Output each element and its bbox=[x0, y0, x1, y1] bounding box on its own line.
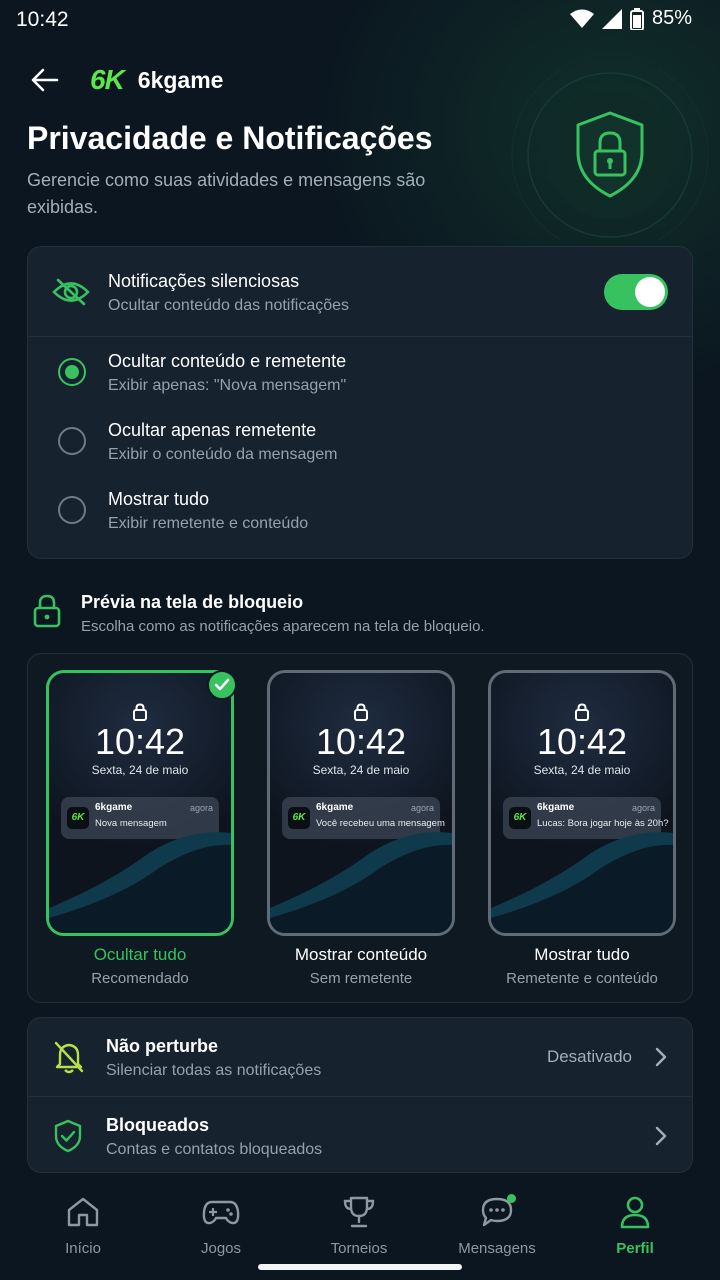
bell-off-icon bbox=[54, 1041, 84, 1074]
phone-preview[interactable]: 10:42 Sexta, 24 de maio 6K 6kgame agora … bbox=[267, 670, 455, 936]
lock-icon bbox=[133, 703, 147, 721]
option-title: Ocultar conteúdo e remetente bbox=[108, 351, 347, 371]
notification-time: agora bbox=[631, 803, 655, 813]
more-settings-card: Não perturbe Silenciar todas as notifica… bbox=[27, 1017, 693, 1173]
blocked-row[interactable]: Bloqueados Contas e contatos bloqueados bbox=[28, 1096, 692, 1174]
unread-dot bbox=[507, 1194, 516, 1203]
preview-sublabel: Recomendado bbox=[91, 970, 189, 987]
option-title: Ocultar apenas remetente bbox=[108, 420, 317, 440]
chevron-right-icon bbox=[655, 1047, 667, 1067]
preview-label: Ocultar tudo bbox=[93, 945, 187, 964]
battery-percent: 85% bbox=[651, 7, 692, 29]
preview-sublabel: Sem remetente bbox=[309, 970, 413, 987]
preview-time: 10:42 bbox=[94, 721, 186, 762]
dnd-value: Desativado bbox=[546, 1047, 632, 1066]
phone-preview[interactable]: 10:42 Sexta, 24 de maio 6K 6kgame agora … bbox=[488, 670, 676, 936]
lockscreen-section-header: Prévia na tela de bloqueio Escolha como … bbox=[27, 590, 693, 640]
nav-label: Perfil bbox=[616, 1240, 654, 1257]
notification-app: 6kgame bbox=[316, 802, 354, 813]
eye-off-icon bbox=[52, 278, 90, 306]
silent-notifications-title: Notificações silenciosas bbox=[108, 271, 300, 291]
lockscreen-subtitle: Escolha como as notificações aparecem na… bbox=[81, 618, 485, 635]
blocked-subtitle: Contas e contatos bloqueados bbox=[106, 1141, 323, 1158]
selected-check-icon bbox=[207, 670, 237, 700]
nav-item-messages[interactable]: Mensagens bbox=[437, 1194, 557, 1257]
lock-icon bbox=[575, 703, 589, 721]
preview-date: Sexta, 24 de maio bbox=[91, 763, 189, 777]
gamepad-icon bbox=[202, 1200, 240, 1225]
wifi-icon bbox=[569, 9, 594, 28]
app-logo: 6K bbox=[90, 64, 125, 95]
preview-time: 10:42 bbox=[536, 721, 628, 762]
lockscreen-title: Prévia na tela de bloqueio bbox=[81, 592, 304, 612]
home-indicator[interactable] bbox=[258, 1264, 462, 1270]
preview-date: Sexta, 24 de maio bbox=[312, 763, 410, 777]
lockscreen-preview-card: 10:42 Sexta, 24 de maio 6K 6kgame agora … bbox=[27, 653, 693, 1003]
preview-time: 10:42 bbox=[315, 721, 407, 762]
status-icons: 85% bbox=[569, 7, 692, 30]
back-button[interactable] bbox=[28, 63, 62, 97]
dnd-subtitle: Silenciar todas as notificações bbox=[106, 1062, 322, 1079]
nav-item-home[interactable]: Início bbox=[23, 1194, 143, 1257]
nav-item-games[interactable]: Jogos bbox=[161, 1194, 281, 1257]
wallpaper-wave bbox=[49, 832, 231, 933]
option-subtitle: Exibir o conteúdo da mensagem bbox=[108, 446, 338, 463]
silent-notifications-card: Notificações silenciosas Ocultar conteúd… bbox=[27, 246, 693, 559]
shield-check-icon bbox=[54, 1119, 82, 1153]
toggle-knob bbox=[635, 277, 665, 307]
status-time: 10:42 bbox=[16, 8, 69, 31]
preview-sublabel: Remetente e conteúdo bbox=[506, 970, 658, 987]
notification-time: agora bbox=[410, 803, 434, 813]
option-subtitle: Exibir remetente e conteúdo bbox=[108, 515, 309, 532]
app-name: 6kgame bbox=[137, 66, 224, 93]
page-title: Privacidade e Notificações bbox=[27, 120, 433, 156]
notification-time: agora bbox=[189, 803, 213, 813]
nav-item-tournaments[interactable]: Torneios bbox=[299, 1194, 419, 1257]
preview-date: Sexta, 24 de maio bbox=[533, 763, 631, 777]
dnd-title: Não perturbe bbox=[106, 1036, 219, 1056]
notification-app: 6kgame bbox=[537, 802, 575, 813]
user-icon bbox=[620, 1196, 650, 1229]
nav-item-profile[interactable]: Perfil bbox=[575, 1194, 695, 1257]
app-header: 6K 6kgame bbox=[28, 60, 223, 100]
battery-icon bbox=[629, 7, 644, 30]
lock-icon bbox=[33, 594, 61, 628]
status-bar: 10:42 85% bbox=[0, 0, 720, 40]
radio-unselected[interactable] bbox=[58, 496, 86, 524]
trophy-icon bbox=[343, 1196, 375, 1228]
silent-notifications-subtitle: Ocultar conteúdo das notificações bbox=[108, 297, 350, 314]
arrow-left-icon bbox=[31, 68, 59, 92]
option-subtitle: Exibir apenas: "Nova mensagem" bbox=[108, 377, 347, 394]
do-not-disturb-row[interactable]: Não perturbe Silenciar todas as notifica… bbox=[28, 1018, 692, 1096]
phone-preview[interactable]: 10:42 Sexta, 24 de maio 6K 6kgame agora … bbox=[46, 670, 234, 936]
option-title: Mostrar tudo bbox=[108, 489, 210, 509]
radio-unselected[interactable] bbox=[58, 427, 86, 455]
nav-label: Torneios bbox=[330, 1240, 388, 1257]
preview-label: Mostrar conteúdo bbox=[294, 945, 428, 964]
blocked-title: Bloqueados bbox=[106, 1115, 210, 1135]
home-icon bbox=[67, 1197, 99, 1227]
silent-notifications-toggle[interactable] bbox=[604, 274, 668, 310]
radio-selected[interactable] bbox=[58, 358, 86, 386]
wallpaper-wave bbox=[270, 832, 452, 933]
page-subtitle: Gerencie como suas atividades e mensagen… bbox=[27, 170, 426, 217]
signal-icon bbox=[601, 8, 622, 29]
shield-lock-icon bbox=[511, 70, 709, 240]
chevron-right-icon bbox=[655, 1126, 667, 1146]
nav-label: Início bbox=[65, 1240, 101, 1257]
nav-label: Mensagens bbox=[458, 1240, 536, 1257]
preview-label: Mostrar tudo bbox=[534, 945, 630, 964]
notification-app: 6kgame bbox=[95, 802, 133, 813]
lock-icon bbox=[354, 703, 368, 721]
nav-label: Jogos bbox=[200, 1240, 242, 1257]
wallpaper-wave bbox=[491, 832, 673, 933]
silent-notifications-row[interactable]: Notificações silenciosas Ocultar conteúd… bbox=[28, 247, 692, 337]
